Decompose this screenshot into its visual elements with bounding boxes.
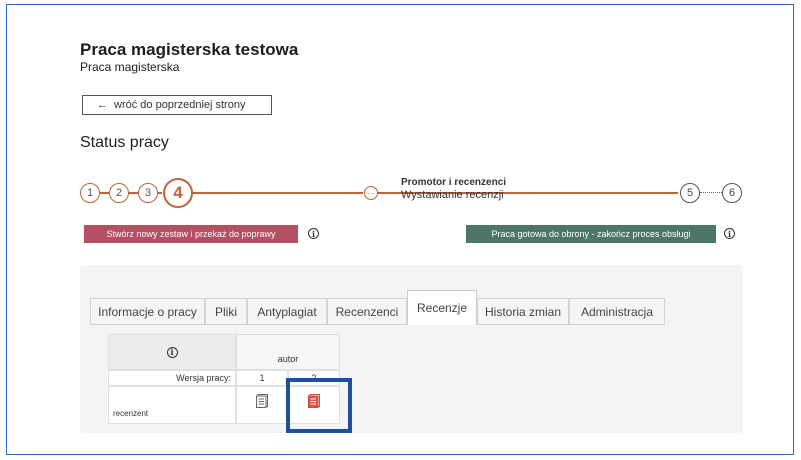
version-row-label: Wersja pracy: xyxy=(108,370,236,386)
new-set-button[interactable]: Stwórz nowy zestaw i przekaż do poprawy xyxy=(84,225,298,243)
tab-historia-zmian[interactable]: Historia zmian xyxy=(477,298,569,324)
stepper-line-progress xyxy=(193,192,363,194)
step-4-current[interactable]: 4 xyxy=(163,178,193,208)
current-step-title: Promotor i recenzenci xyxy=(401,177,507,188)
page-title: Praca magisterska testowa xyxy=(80,40,299,59)
review-cell-v1 xyxy=(236,386,288,424)
stepper-dotted-line xyxy=(700,192,722,193)
arrow-left-icon: ← xyxy=(97,99,108,111)
step-6[interactable]: 6 xyxy=(722,183,742,203)
step-3[interactable]: 3 xyxy=(138,183,158,203)
step-progress-dots: ··· xyxy=(364,186,378,200)
tab-pliki[interactable]: Pliki xyxy=(205,298,247,324)
table-header-info: i xyxy=(108,334,236,370)
tab-administracja[interactable]: Administracja xyxy=(569,298,665,324)
page-subtitle: Praca magisterska xyxy=(80,60,180,74)
current-step-subtitle: Wystawianie recenzji xyxy=(401,189,504,201)
back-button[interactable]: ← wróć do poprzedniej strony xyxy=(82,95,272,115)
author-label: autor xyxy=(277,354,299,364)
info-icon[interactable]: i xyxy=(166,346,178,358)
step-5[interactable]: 5 xyxy=(680,183,700,203)
finish-process-button[interactable]: Praca gotowa do obrony - zakończ proces … xyxy=(466,225,716,243)
status-section-title: Status pracy xyxy=(80,134,169,151)
table-header-author: autor xyxy=(236,334,340,370)
tab-informacje[interactable]: Informacje o pracy xyxy=(90,298,205,324)
highlight-box xyxy=(286,378,352,433)
step-1[interactable]: 1 xyxy=(80,183,100,203)
tab-recenzje[interactable]: Recenzje xyxy=(407,290,477,325)
reviewer-row-label: recenzent xyxy=(108,386,236,424)
info-icon[interactable]: i xyxy=(308,228,319,239)
tab-antyplagiat[interactable]: Antyplagiat xyxy=(247,298,327,324)
info-icon[interactable]: i xyxy=(724,228,735,239)
review-document-icon[interactable] xyxy=(256,394,268,408)
current-step-label: Promotor i recenzenci Wystawianie recenz… xyxy=(401,176,506,202)
step-2[interactable]: 2 xyxy=(109,183,129,203)
version-cell: 1 xyxy=(236,370,288,386)
tab-recenzenci[interactable]: Recenzenci xyxy=(327,298,407,324)
back-button-label: wróć do poprzedniej strony xyxy=(114,99,246,111)
